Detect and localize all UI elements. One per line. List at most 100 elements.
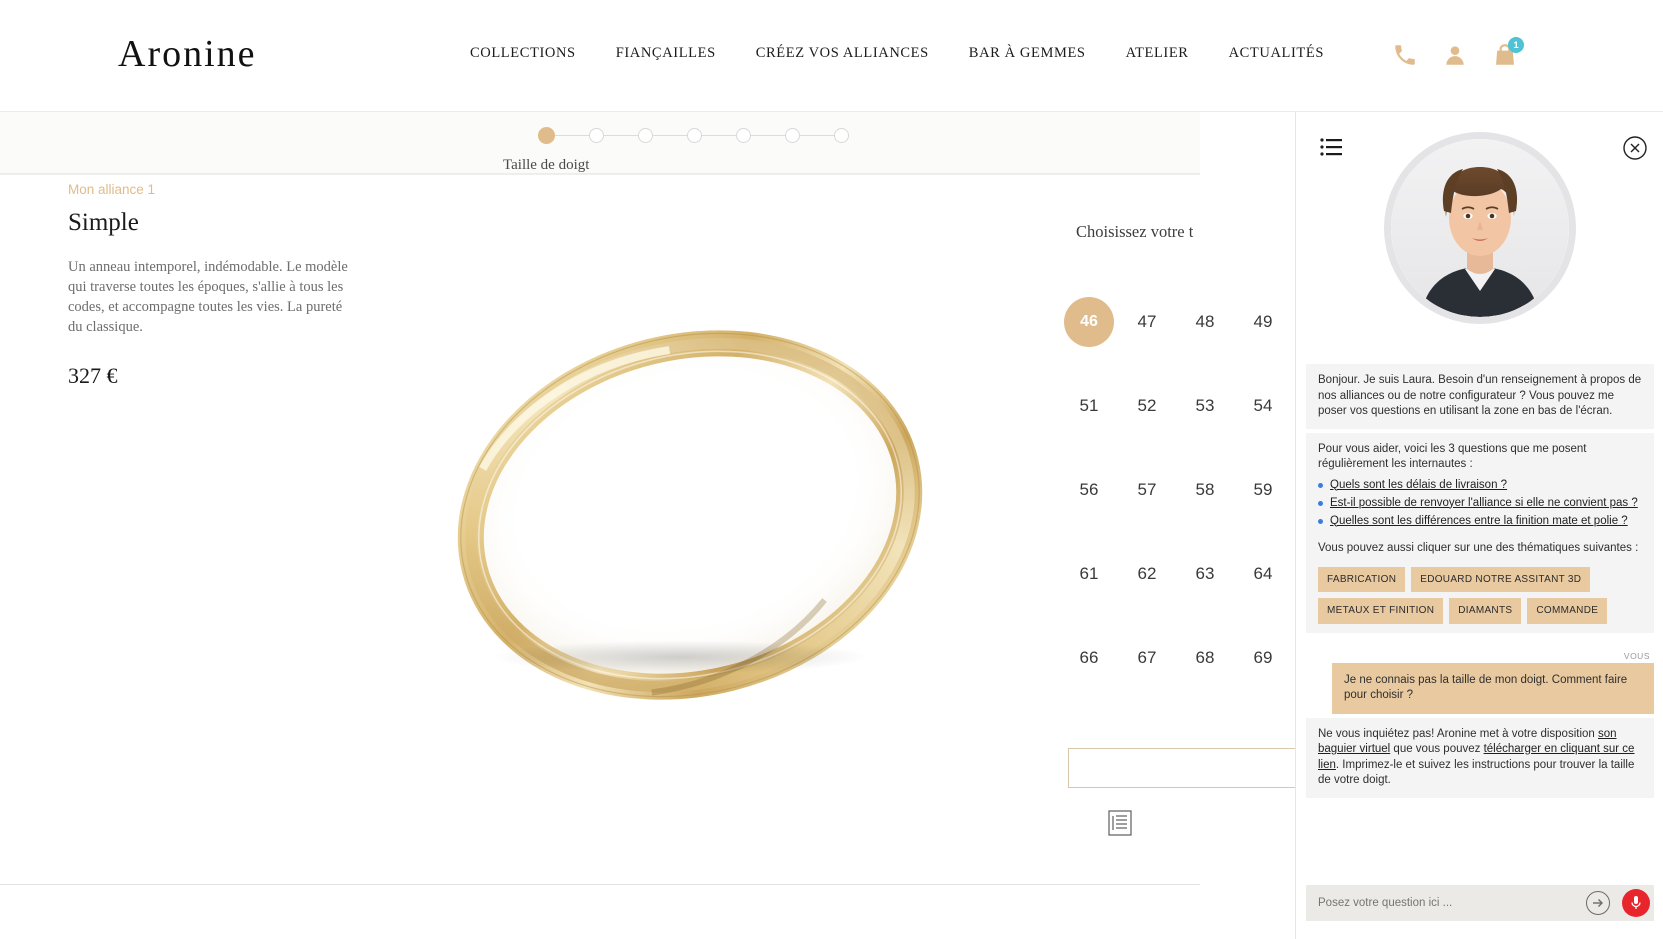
answer-part-2: que vous pouvez xyxy=(1390,743,1484,755)
size-option-51-label: 51 xyxy=(1079,396,1099,415)
size-option-69[interactable]: 69 xyxy=(1234,616,1292,700)
topic-tag-metaux-et-finition[interactable]: METAUX ET FINITION xyxy=(1318,598,1444,624)
size-option-49[interactable]: 49 xyxy=(1234,280,1292,364)
size-option-67[interactable]: 67 xyxy=(1118,616,1176,700)
step-dot-7[interactable] xyxy=(834,128,849,143)
step-line-5 xyxy=(751,135,785,136)
size-option-51[interactable]: 51 xyxy=(1060,364,1118,448)
size-option-68[interactable]: 68 xyxy=(1176,616,1234,700)
nav-item-collections[interactable]: COLLECTIONS xyxy=(470,45,576,62)
nav-item-atelier[interactable]: ATELIER xyxy=(1126,45,1189,62)
chat-message-bot-suggestions: Pour vous aider, voici les 3 questions q… xyxy=(1306,432,1654,633)
size-grid: 46 47 48 49 51 52 53 54 56 57 58 59 61 6… xyxy=(1060,280,1320,700)
size-option-63[interactable]: 63 xyxy=(1176,532,1234,616)
phone-icon[interactable] xyxy=(1392,42,1418,68)
step-line-1 xyxy=(555,135,589,136)
size-option-57[interactable]: 57 xyxy=(1118,448,1176,532)
nav-item-bar-a-gemmes[interactable]: BAR À GEMMES xyxy=(969,45,1086,62)
step-dot-6[interactable] xyxy=(785,128,800,143)
size-option-48[interactable]: 48 xyxy=(1176,280,1234,364)
step-dot-3[interactable] xyxy=(638,128,653,143)
step-line-4 xyxy=(702,135,736,136)
product-price: 327 € xyxy=(68,363,118,388)
shopping-bag-icon[interactable]: 1 xyxy=(1492,37,1524,68)
nav-item-actualites[interactable]: ACTUALITÉS xyxy=(1229,45,1324,62)
cart-count-badge: 1 xyxy=(1508,37,1524,53)
size-selector-heading: Choisissez votre t xyxy=(1076,222,1194,241)
size-option-46[interactable]: 46 xyxy=(1060,280,1118,364)
product-eyebrow: Mon alliance 1 xyxy=(68,182,156,197)
size-option-47[interactable]: 47 xyxy=(1118,280,1176,364)
size-option-54[interactable]: 54 xyxy=(1234,364,1292,448)
size-option-66[interactable]: 66 xyxy=(1060,616,1118,700)
header-icon-group: 1 xyxy=(1392,37,1524,68)
suggested-question-delivery[interactable]: Quels sont les délais de livraison ? xyxy=(1330,479,1507,491)
avatar xyxy=(1383,132,1576,324)
chat-message-user: Je ne connais pas la taille de mon doigt… xyxy=(1332,662,1654,714)
answer-part-1: Ne vous inquiétez pas! Aronine met à vot… xyxy=(1318,727,1598,740)
step-dots xyxy=(538,127,849,144)
suggested-question-finish[interactable]: Quelles sont les différences entre la fi… xyxy=(1330,515,1628,527)
topic-tag-commande[interactable]: COMMANDE xyxy=(1527,598,1608,624)
answer-part-3: . Imprimez-le et suivez les instructions… xyxy=(1318,758,1635,787)
close-icon[interactable] xyxy=(1623,136,1647,165)
step-line-6 xyxy=(800,135,834,136)
chat-message-text: Je ne connais pas la taille de mon doigt… xyxy=(1344,673,1628,702)
ring-sizer-icon[interactable] xyxy=(1108,810,1132,836)
step-dot-5[interactable] xyxy=(736,128,751,143)
nav-item-fiancailles[interactable]: FIANÇAILLES xyxy=(616,45,716,62)
ring-preview-image[interactable] xyxy=(380,300,1000,730)
step-dot-1[interactable] xyxy=(538,127,555,144)
app-root: Aronine COLLECTIONS FIANÇAILLES CRÉEZ VO… xyxy=(0,0,1663,939)
user-icon[interactable] xyxy=(1442,42,1468,68)
size-option-58[interactable]: 58 xyxy=(1176,448,1234,532)
size-option-53[interactable]: 53 xyxy=(1176,364,1234,448)
list-icon[interactable] xyxy=(1320,138,1342,161)
size-option-67-label: 67 xyxy=(1137,648,1157,667)
site-header: Aronine COLLECTIONS FIANÇAILLES CRÉEZ VO… xyxy=(0,0,1663,112)
size-option-61-label: 61 xyxy=(1079,564,1099,583)
topic-tag-group: FABRICATION EDOUARD NOTRE ASSITANT 3D ME… xyxy=(1318,566,1642,624)
size-option-56-label: 56 xyxy=(1079,480,1099,499)
microphone-icon[interactable] xyxy=(1622,889,1650,917)
configurator-stepper: Taille de doigt xyxy=(0,112,1200,174)
topic-tag-diamants[interactable]: DIAMANTS xyxy=(1449,598,1522,624)
list-item[interactable]: Est-il possible de renvoyer l'alliance s… xyxy=(1318,496,1642,512)
content-bottom-divider xyxy=(0,884,1200,885)
chat-message-bot-greeting: Bonjour. Je suis Laura. Besoin d'un rens… xyxy=(1306,364,1654,429)
topic-tag-edouard-assistant-3d[interactable]: EDOUARD NOTRE ASSITANT 3D xyxy=(1411,566,1591,592)
tags-intro: Vous pouvez aussi cliquer sur une des th… xyxy=(1318,542,1639,554)
size-option-68-label: 68 xyxy=(1195,648,1215,667)
size-option-53-label: 53 xyxy=(1195,396,1215,415)
content-top-divider xyxy=(0,174,1200,175)
product-description: Un anneau intemporel, indémodable. Le mo… xyxy=(68,259,348,335)
step-dot-2[interactable] xyxy=(589,128,604,143)
list-item[interactable]: Quels sont les délais de livraison ? xyxy=(1318,478,1642,494)
size-option-59-label: 59 xyxy=(1253,480,1273,499)
size-option-62[interactable]: 62 xyxy=(1118,532,1176,616)
size-option-56[interactable]: 56 xyxy=(1060,448,1118,532)
suggested-question-return[interactable]: Est-il possible de renvoyer l'alliance s… xyxy=(1330,497,1638,509)
size-option-52[interactable]: 52 xyxy=(1118,364,1176,448)
size-option-47-label: 47 xyxy=(1137,312,1157,331)
size-option-69-label: 69 xyxy=(1253,648,1273,667)
size-option-62-label: 62 xyxy=(1137,564,1157,583)
brand-logo[interactable]: Aronine xyxy=(118,32,257,76)
size-option-64[interactable]: 64 xyxy=(1234,532,1292,616)
size-option-58-label: 58 xyxy=(1195,480,1215,499)
chat-message-list[interactable]: Bonjour. Je suis Laura. Besoin d'un rens… xyxy=(1296,360,1663,868)
size-option-61[interactable]: 61 xyxy=(1060,532,1118,616)
chat-message-bot-answer: Ne vous inquiétez pas! Aronine met à vot… xyxy=(1306,717,1654,798)
topic-tag-fabrication[interactable]: FABRICATION xyxy=(1318,566,1406,592)
size-option-63-label: 63 xyxy=(1195,564,1215,583)
avatar-image xyxy=(1390,139,1569,317)
send-arrow-icon[interactable] xyxy=(1586,891,1610,915)
size-option-57-label: 57 xyxy=(1137,480,1157,499)
nav-item-creez-vos-alliances[interactable]: CRÉEZ VOS ALLIANCES xyxy=(756,45,929,62)
size-selector-panel: Choisissez votre t 46 47 48 49 51 52 53 … xyxy=(1020,222,1320,700)
chat-sender-label-you: VOUS xyxy=(1623,650,1650,661)
size-option-59[interactable]: 59 xyxy=(1234,448,1292,532)
step-dot-4[interactable] xyxy=(687,128,702,143)
size-option-66-label: 66 xyxy=(1079,648,1099,667)
list-item[interactable]: Quelles sont les différences entre la fi… xyxy=(1318,514,1642,530)
